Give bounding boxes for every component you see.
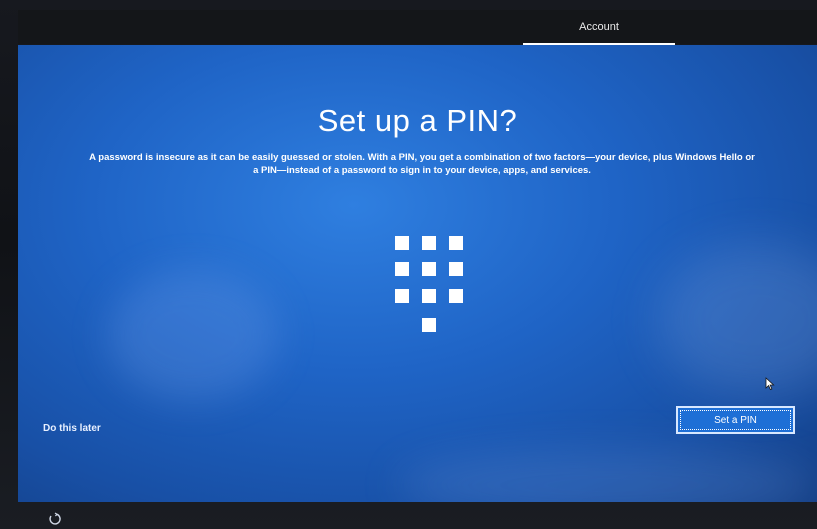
keypad-key [395, 289, 409, 303]
page-title: Set up a PIN? [317, 103, 518, 138]
tab-account: Account [523, 10, 675, 44]
mouse-pointer-icon [765, 377, 775, 391]
keypad-key [422, 262, 436, 276]
keypad-key [449, 262, 463, 276]
keypad-key [449, 236, 463, 250]
keypad-key [395, 236, 409, 250]
set-a-pin-button[interactable]: Set a PIN [676, 406, 795, 434]
top-bar [18, 10, 817, 44]
ease-of-access-icon[interactable] [48, 512, 62, 526]
keypad-key [395, 262, 409, 276]
keypad-key [422, 318, 436, 332]
keypad-icon [395, 236, 465, 336]
set-a-pin-label: Set a PIN [714, 414, 757, 426]
page-description: A password is insecure as it can be easi… [89, 152, 755, 176]
keypad-key [422, 289, 436, 303]
tab-account-label: Account [579, 21, 619, 33]
keypad-key [422, 236, 436, 250]
do-this-later-link[interactable]: Do this later [43, 423, 101, 434]
background-glare [398, 450, 817, 502]
background-glare [658, 245, 817, 395]
keypad-key [449, 289, 463, 303]
background-glare [108, 270, 278, 400]
